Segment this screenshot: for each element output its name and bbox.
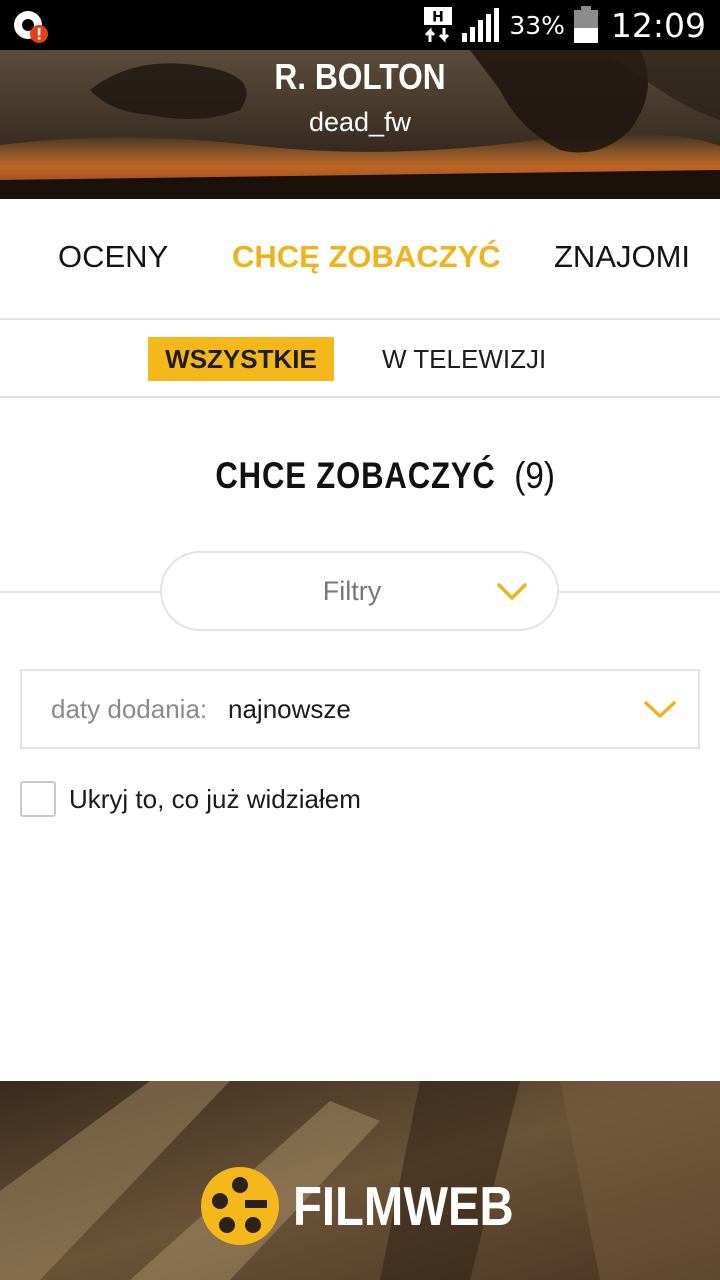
tab-znajomi[interactable]: ZNAJOMI [554, 239, 690, 275]
battery-icon [573, 6, 598, 43]
hide-seen-option[interactable]: Ukryj to, co już widziałem [20, 781, 361, 817]
status-right-group: H 33% 12:09 [423, 0, 706, 50]
item-count: (9) [514, 455, 556, 496]
notification-alert-icon [14, 11, 48, 43]
filters-button[interactable]: Filtry [160, 551, 559, 631]
sort-value: najnowsze [228, 694, 351, 724]
tab-oceny[interactable]: OCENY [58, 239, 168, 275]
footer: FILMWEB [0, 1081, 720, 1280]
sort-dropdown[interactable]: daty dodania: najnowsze [20, 669, 700, 749]
signal-icon [462, 8, 500, 42]
tab-chce-zobaczyc[interactable]: CHCĘ ZOBACZYĆ [232, 239, 501, 275]
section-title-text: CHCE ZOBACZYĆ [215, 455, 497, 496]
hide-seen-checkbox[interactable] [20, 781, 56, 817]
filters-label: Filtry [322, 576, 382, 606]
status-bar: H 33% 12:09 [0, 0, 720, 50]
sort-label: daty dodania: [51, 694, 208, 724]
profile-header: R. BOLTON dead_fw [0, 50, 720, 199]
chevron-down-icon [497, 583, 527, 600]
filmweb-logo: FILMWEB [199, 1165, 550, 1247]
network-data-icon: H [424, 7, 453, 43]
page-title: CHCE ZOBACZYĆ (9) [0, 455, 720, 497]
chevron-down-icon [644, 701, 676, 718]
filmweb-logo-icon [201, 1167, 279, 1245]
footer-brand: FILMWEB [293, 1175, 514, 1237]
battery-percent: 33% [509, 10, 565, 40]
hide-seen-label: Ukryj to, co już widziałem [69, 783, 361, 814]
profile-login: dead_fw [308, 107, 412, 137]
subtab-wszystkie[interactable]: WSZYSTKIE [148, 337, 334, 381]
profile-name: R. BOLTON [274, 56, 446, 97]
subtab-w-telewizji[interactable]: W TELEWIZJI [382, 337, 546, 381]
sub-tabs: WSZYSTKIE W TELEWIZJI [0, 320, 720, 398]
main-tabs: OCENY CHCĘ ZOBACZYĆ ZNAJOMI [0, 199, 720, 320]
clock: 12:09 [610, 5, 706, 45]
network-type-text: H [432, 10, 444, 26]
